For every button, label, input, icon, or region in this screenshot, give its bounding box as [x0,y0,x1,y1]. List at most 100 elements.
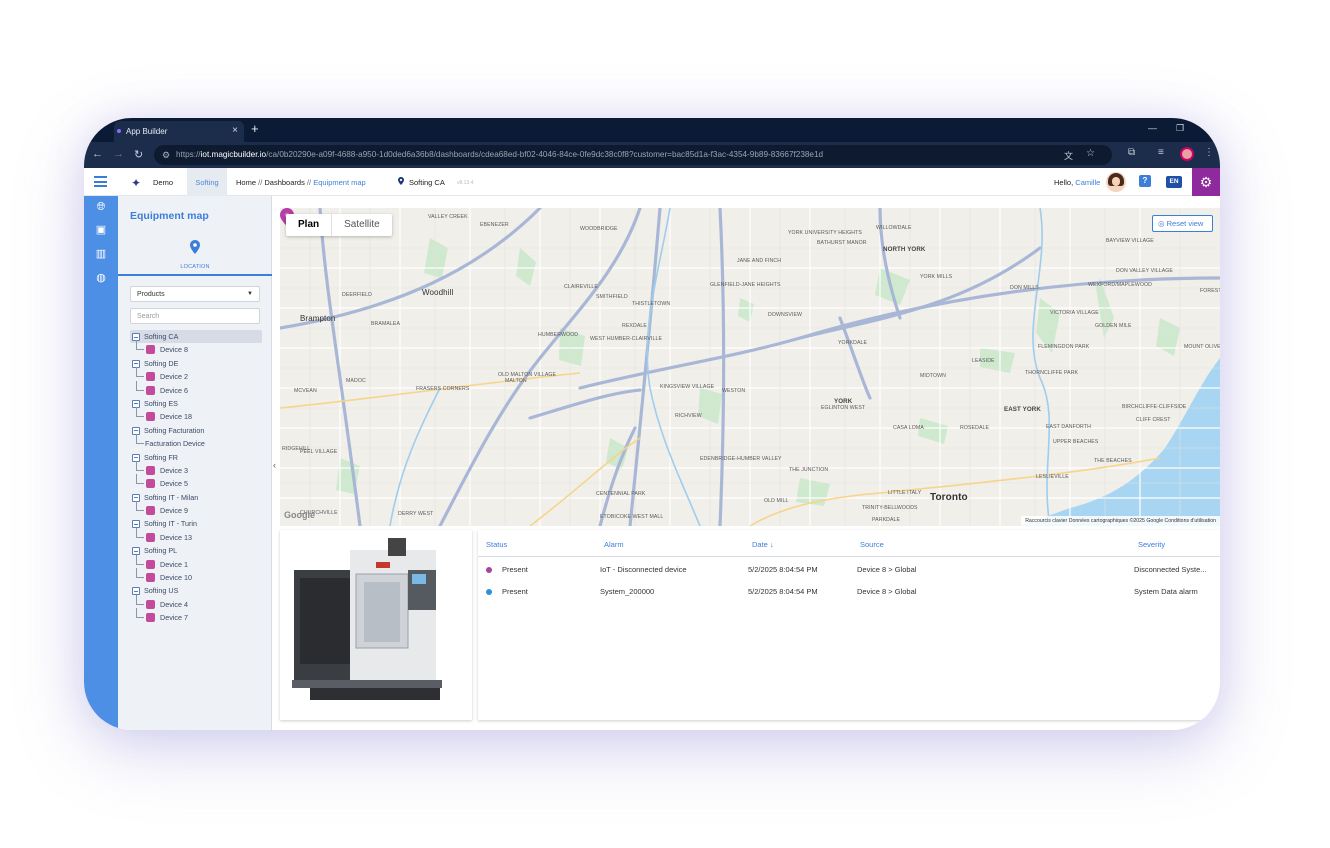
cell-source: Device 8 > Global [857,587,917,596]
tree-group[interactable]: Softing ES [130,397,262,410]
tree-device[interactable]: Device 9 [130,500,262,517]
device-icon [146,559,155,569]
tree-device[interactable]: Device 13 [130,527,262,544]
settings-gear-icon[interactable]: ⚙ [1192,168,1220,196]
tree-node-label: Softing IT - Milan [144,492,199,502]
user-name: Camille [1075,178,1101,187]
breadcrumb-home[interactable]: Home [236,178,256,187]
browser-tab[interactable]: App Builder × [114,121,244,142]
language-button[interactable]: EN [1166,176,1182,188]
map-attribution[interactable]: Raccourcis clavier Données cartographiqu… [1021,516,1220,526]
id-card-icon[interactable]: ▣ [94,223,108,237]
collapse-panel-icon[interactable]: ‹ [273,460,276,470]
tree-group[interactable]: Softing PL [130,544,262,557]
tree-device[interactable]: Device 4 [130,594,262,611]
hamburger-menu-icon[interactable] [94,176,107,187]
map-place-label: YORK UNIVERSITY HEIGHTS [788,230,862,236]
search-input[interactable]: Search [130,308,260,324]
map-type-tabs: Plan Satellite [286,214,392,236]
app-logo-icon[interactable]: ✦ [131,176,141,190]
new-tab-icon[interactable]: + [251,121,259,136]
location-pin-icon [398,177,404,185]
products-select[interactable]: Products ▼ [130,286,260,302]
map-view[interactable]: VALLEY CREEK EBENEZER WOODBRIDGE YORK UNIVE… [280,208,1220,526]
extensions-icon[interactable]: ⧉ [1128,147,1135,158]
tree-device[interactable]: Device 10 [130,567,262,584]
help-button[interactable]: ? [1139,175,1151,187]
location-tab[interactable]: LOCATION [118,238,272,276]
tree-device[interactable]: Device 2 [130,367,262,383]
cell-alarm: IoT - Disconnected device [600,565,687,574]
map-place-label: OLD MILL [764,498,789,504]
tree-group[interactable]: Softing Facturation [130,424,262,437]
tree-device[interactable]: Device 7 [130,608,262,624]
tree-node-label: Device 10 [160,573,192,583]
map-place-label: EDENBRIDGE-HUMBER VALLEY [700,456,782,462]
tree-group[interactable]: Softing IT - Milan [130,491,262,504]
tree-group[interactable]: Softing US [130,584,262,597]
tree-device[interactable]: Facturation Device [130,434,262,450]
tab-satellite[interactable]: Satellite [332,214,392,236]
forward-icon[interactable]: → [113,148,124,160]
demo-label[interactable]: Demo [153,178,173,187]
map-place-label: PEEL VILLAGE [300,449,338,455]
cell-severity: System Data alarm [1134,587,1198,596]
site-info-icon[interactable]: ⚙ [162,150,170,161]
site-selector[interactable]: Softing CA [409,178,445,187]
map-place-label: MIDTOWN [920,373,946,379]
location-label: LOCATION [180,264,210,270]
map-place-label: MADOC [346,378,366,384]
tree-device[interactable]: Device 3 [130,460,262,477]
tree-node-label: Device 2 [160,372,188,382]
col-date[interactable]: Date ↓ [752,540,774,549]
restore-icon[interactable]: ❐ [1176,123,1184,134]
map-place-label: THE BEACHES [1094,458,1132,464]
tree-group[interactable]: Softing DE [130,357,262,370]
col-source[interactable]: Source [860,540,884,549]
map-place-label: VALLEY CREEK [428,214,468,220]
map-place-label: WEXFORD/MAPLEWOOD [1088,282,1152,288]
col-status[interactable]: Status [486,540,507,549]
softing-tab[interactable]: Softing [187,168,227,196]
cell-status: Present [502,587,528,596]
map-place-label: CLIFF CREST [1136,417,1171,423]
table-row[interactable]: Present IoT - Disconnected device 5/2/2025… [478,559,1220,581]
col-severity[interactable]: Severity [1138,540,1165,549]
cell-severity: Disconnected Syste... [1134,565,1207,574]
globe-icon[interactable]: 🌐︎ [94,200,108,214]
minimize-icon[interactable]: — [1148,123,1157,133]
map-place-label: JANE AND FINCH [737,258,782,264]
translate-icon[interactable]: 文 [1064,149,1073,162]
map-place-label: EGLINTON WEST [821,405,866,411]
dashboard-gauge-icon[interactable]: ◍ [94,271,108,285]
menu-dots-icon[interactable]: ⋮ [1204,147,1214,158]
tree-device[interactable]: Device 5 [130,474,262,490]
tree-device[interactable]: Device 6 [130,380,262,397]
col-alarm[interactable]: Alarm [604,540,624,549]
map-place-label: EAST YORK [1004,406,1041,413]
user-avatar[interactable] [1106,172,1126,192]
sort-desc-icon[interactable]: ↓ [770,540,774,549]
chart-icon[interactable]: ▥ [94,247,108,261]
tree-device[interactable]: Device 1 [130,554,262,571]
map-place-label: FLEMINGDON PARK [1038,344,1090,350]
map-place-label: ROSEDALE [960,425,990,431]
map-place-label: HUMBERWOOD [538,332,579,338]
media-icon[interactable]: ≡ [1158,147,1164,158]
bookmark-star-icon[interactable]: ☆ [1086,148,1095,159]
tree-group[interactable]: Softing CA [130,330,262,344]
tree-group[interactable]: Softing IT - Turin [130,517,262,530]
address-bar[interactable]: ⚙ https://iot.magicbuilder.io/ca/0b20290… [154,145,1112,165]
reset-view-button[interactable]: ◎ Reset view [1152,215,1213,232]
table-row[interactable]: Present System_200000 5/2/2025 8:04:54 PM D… [478,581,1220,603]
close-tab-icon[interactable]: × [232,125,238,136]
reload-icon[interactable]: ↻ [134,148,143,161]
tree-group[interactable]: Softing FR [130,451,262,464]
tab-plan[interactable]: Plan [286,214,333,236]
breadcrumb-dashboards[interactable]: Dashboards [264,178,304,187]
profile-avatar[interactable] [1180,147,1194,161]
tree-device[interactable]: Device 18 [130,407,262,423]
tree-device[interactable]: Device 8 [130,340,262,356]
map-place-label: THISTLETOWN [632,301,671,307]
back-icon[interactable]: ← [92,148,103,160]
